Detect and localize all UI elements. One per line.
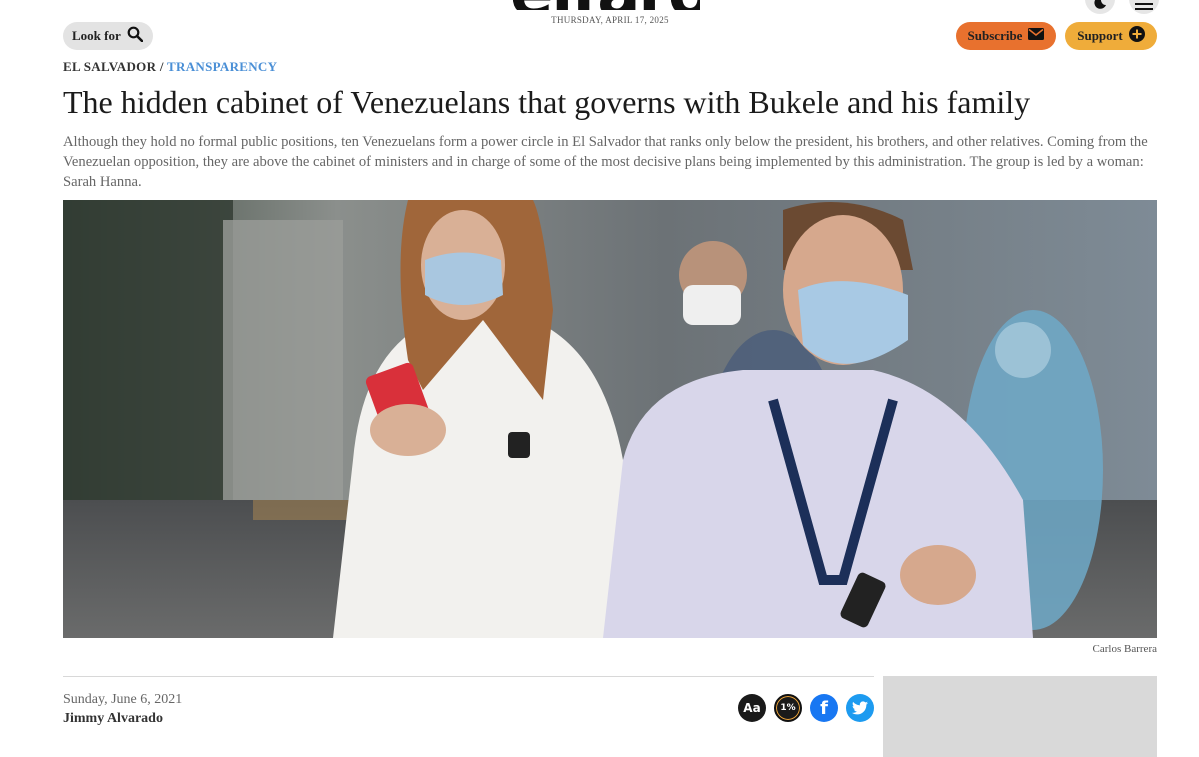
article-photo <box>63 200 1157 638</box>
breadcrumb-country[interactable]: EL SALVADOR <box>63 59 156 74</box>
support-label: Support <box>1077 28 1123 43</box>
publication-date: Sunday, June 6, 2021 <box>63 692 183 707</box>
search-button[interactable]: Look for <box>63 22 153 50</box>
breadcrumb-separator: / <box>156 59 168 74</box>
mail-icon <box>1028 28 1045 44</box>
twitter-icon[interactable] <box>846 694 874 722</box>
breadcrumb-section[interactable]: TRANSPARENCY <box>167 59 277 74</box>
divider <box>63 676 874 677</box>
support-button[interactable]: Support <box>1065 22 1157 50</box>
facebook-icon[interactable]: f <box>810 694 838 722</box>
menu-icon[interactable] <box>1129 0 1159 14</box>
subscribe-label: Subscribe <box>967 28 1023 43</box>
search-icon <box>127 26 144 46</box>
breadcrumb: EL SALVADOR / TRANSPARENCY <box>63 59 277 75</box>
article-title: The hidden cabinet of Venezuelans that g… <box>63 84 1031 120</box>
font-size-icon[interactable]: Aa <box>738 694 766 722</box>
author-name[interactable]: Jimmy Alvarado <box>63 711 163 727</box>
moon-icon[interactable] <box>1085 0 1115 14</box>
logo-text: elfaro <box>510 0 700 10</box>
article-lede: Although they hold no formal public posi… <box>63 134 1148 190</box>
sidebar-ad-placeholder <box>883 676 1157 757</box>
photo-credit: Carlos Barrera <box>1092 643 1157 655</box>
search-label: Look for <box>72 28 121 43</box>
top-icons <box>1085 0 1159 14</box>
subscribe-button[interactable]: Subscribe <box>956 22 1056 50</box>
share-toolbar: Aa 1% f <box>738 694 874 722</box>
percent-icon[interactable]: 1% <box>774 694 802 722</box>
site-logo[interactable]: elfaro <box>510 0 700 10</box>
plus-icon <box>1128 26 1145 46</box>
